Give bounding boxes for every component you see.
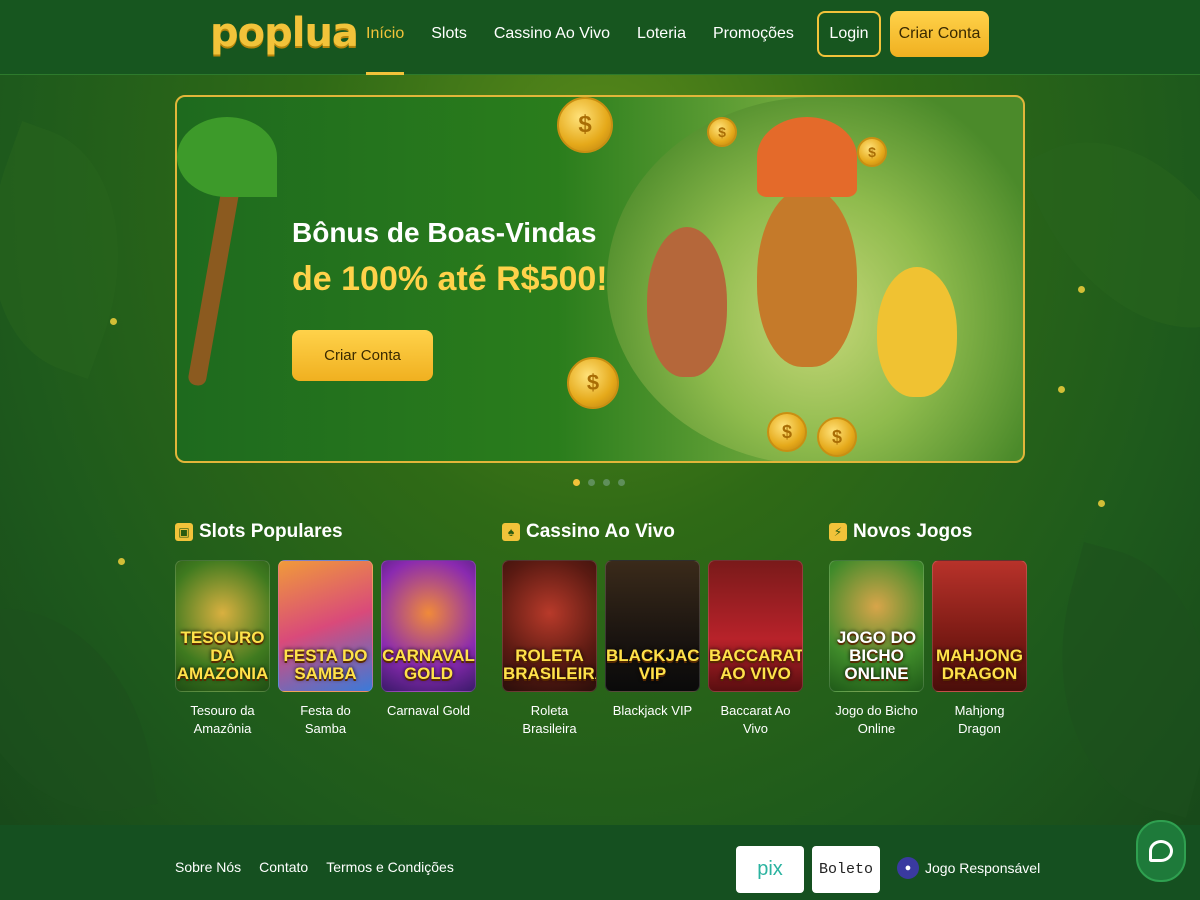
footer-link-contato[interactable]: Contato bbox=[259, 859, 308, 875]
chat-icon bbox=[1149, 840, 1173, 862]
footer-link-termos[interactable]: Termos e Condições bbox=[326, 859, 454, 875]
thumbnail-title: FESTA DO SAMBA bbox=[283, 646, 368, 683]
nav-cassino-ao-vivo[interactable]: Cassino Ao Vivo bbox=[494, 0, 610, 75]
lightning-icon: ⚡ bbox=[829, 523, 847, 541]
section-title-label: Novos Jogos bbox=[853, 521, 973, 542]
section-title: ♠ Cassino Ao Vivo bbox=[502, 518, 803, 546]
potato-character bbox=[757, 187, 857, 367]
game-label[interactable]: Roleta Brasileira bbox=[502, 702, 597, 738]
carousel-dot[interactable] bbox=[603, 479, 610, 486]
game-card[interactable]: BLACKJACK VIP Blackjack VIP bbox=[605, 560, 700, 738]
page-footer: Sobre Nós Contato Termos e Condições pix… bbox=[0, 825, 1200, 900]
boleto-logo: Boleto bbox=[812, 846, 880, 893]
nav-promocoes[interactable]: Promoções bbox=[713, 0, 794, 75]
game-list: JOGO DO BICHO ONLINE Jogo do Bicho Onlin… bbox=[829, 560, 1027, 738]
leaf-decoration bbox=[0, 586, 158, 834]
pix-logo: pix bbox=[736, 846, 804, 893]
sparkle-dot bbox=[118, 558, 125, 565]
gold-coin: $ bbox=[857, 137, 887, 167]
top-header: poplua Início Slots Cassino Ao Vivo Lote… bbox=[0, 0, 1200, 75]
promo-banner[interactable]: $ $ $ $ $ $ Bônus de Boas-Vindas de 100%… bbox=[175, 95, 1025, 463]
game-list: TESOURO DA AMAZONIA Tesouro da Amazônia … bbox=[175, 560, 476, 738]
carousel-dot[interactable] bbox=[618, 479, 625, 486]
sparkle-dot bbox=[1058, 386, 1065, 393]
game-thumbnail[interactable]: TESOURO DA AMAZONIA bbox=[175, 560, 270, 692]
responsible-gaming-label: Jogo Responsável bbox=[925, 860, 1041, 876]
feather-headdress bbox=[757, 117, 857, 197]
gold-coin: $ bbox=[767, 412, 807, 452]
playing-card-icon: ♠ bbox=[502, 523, 520, 541]
chat-support-button[interactable] bbox=[1136, 820, 1186, 882]
banner-signup-button[interactable]: Criar Conta bbox=[292, 330, 433, 381]
section-novos-jogos: ⚡ Novos Jogos JOGO DO BICHO ONLINE Jogo … bbox=[829, 518, 1027, 738]
gold-coin: $ bbox=[817, 417, 857, 457]
thumbnail-title: ROLETA BRASILEIRA bbox=[503, 646, 597, 683]
game-thumbnail[interactable]: CARNAVAL GOLD bbox=[381, 560, 476, 692]
gold-coin: $ bbox=[707, 117, 737, 147]
nav-loteria[interactable]: Loteria bbox=[637, 0, 686, 75]
poplua-logo[interactable]: poplua bbox=[210, 10, 359, 62]
thumbnail-title: CARNAVAL GOLD bbox=[382, 646, 475, 683]
game-card[interactable]: TESOURO DA AMAZONIA Tesouro da Amazônia bbox=[175, 560, 270, 738]
game-thumbnail[interactable]: JOGO DO BICHO ONLINE bbox=[829, 560, 924, 692]
footer-links: Sobre Nós Contato Termos e Condições bbox=[175, 859, 454, 875]
nav-inicio[interactable]: Início bbox=[366, 0, 405, 75]
section-cassino-ao-vivo: ♠ Cassino Ao Vivo ROLETA BRASILEIRA Role… bbox=[502, 518, 803, 738]
login-button[interactable]: Login bbox=[817, 11, 881, 57]
leaf-decoration bbox=[0, 120, 164, 380]
game-thumbnail[interactable]: ROLETA BRASILEIRA bbox=[502, 560, 597, 692]
footer-link-sobre-nos[interactable]: Sobre Nós bbox=[175, 859, 241, 875]
mango-character bbox=[877, 267, 957, 397]
main-nav: Início Slots Cassino Ao Vivo Loteria Pro… bbox=[366, 0, 821, 75]
section-title-label: Slots Populares bbox=[199, 521, 343, 542]
gold-coin: $ bbox=[557, 97, 613, 153]
game-card[interactable]: CARNAVAL GOLD Carnaval Gold bbox=[381, 560, 476, 738]
game-label[interactable]: Baccarat Ao Vivo bbox=[708, 702, 803, 738]
section-slots-populares: ▣ Slots Populares TESOURO DA AMAZONIA Te… bbox=[175, 518, 476, 738]
carousel-pagination bbox=[573, 479, 625, 486]
carnival-characters-illustration: $ $ $ $ $ bbox=[567, 97, 1023, 461]
game-thumbnail[interactable]: FESTA DO SAMBA bbox=[278, 560, 373, 692]
game-thumbnail[interactable]: BACCARAT AO VIVO bbox=[708, 560, 803, 692]
banner-title: Bônus de Boas-Vindas bbox=[292, 217, 597, 248]
leaf-decoration bbox=[1021, 542, 1200, 818]
responsible-gaming-icon: ● bbox=[897, 857, 919, 879]
game-card[interactable]: JOGO DO BICHO ONLINE Jogo do Bicho Onlin… bbox=[829, 560, 924, 738]
game-card[interactable]: FESTA DO SAMBA Festa do Samba bbox=[278, 560, 373, 738]
carousel-dot[interactable] bbox=[588, 479, 595, 486]
game-label[interactable]: Tesouro da Amazônia bbox=[175, 702, 270, 738]
game-card[interactable]: BACCARAT AO VIVO Baccarat Ao Vivo bbox=[708, 560, 803, 738]
game-label[interactable]: Carnaval Gold bbox=[381, 702, 476, 720]
signup-button[interactable]: Criar Conta bbox=[890, 11, 989, 57]
game-label[interactable]: Blackjack VIP bbox=[605, 702, 700, 720]
section-title: ⚡ Novos Jogos bbox=[829, 518, 1027, 546]
sparkle-dot bbox=[1078, 286, 1085, 293]
carousel-dot[interactable] bbox=[573, 479, 580, 486]
game-list: ROLETA BRASILEIRA Roleta Brasileira BLAC… bbox=[502, 560, 803, 738]
sparkle-dot bbox=[110, 318, 117, 325]
game-card[interactable]: ROLETA BRASILEIRA Roleta Brasileira bbox=[502, 560, 597, 738]
leaf-decoration bbox=[1018, 96, 1200, 374]
gold-coin: $ bbox=[567, 357, 619, 409]
section-title-label: Cassino Ao Vivo bbox=[526, 521, 675, 542]
slot-machine-icon: ▣ bbox=[175, 523, 193, 541]
thumbnail-title: JOGO DO BICHO ONLINE bbox=[836, 628, 917, 683]
dancer-character bbox=[647, 227, 727, 377]
thumbnail-title: MAHJONG DRAGON bbox=[936, 646, 1023, 683]
thumbnail-title: BLACKJACK VIP bbox=[606, 646, 700, 683]
palm-leaves-illustration bbox=[177, 117, 277, 197]
game-label[interactable]: Jogo do Bicho Online bbox=[829, 702, 924, 738]
game-label[interactable]: Festa do Samba bbox=[278, 702, 373, 738]
game-thumbnail[interactable]: BLACKJACK VIP bbox=[605, 560, 700, 692]
section-title: ▣ Slots Populares bbox=[175, 518, 476, 546]
sparkle-dot bbox=[1098, 500, 1105, 507]
banner-subtitle: de 100% até R$500! bbox=[292, 260, 608, 298]
game-label[interactable]: Mahjong Dragon bbox=[932, 702, 1027, 738]
thumbnail-title: TESOURO DA AMAZONIA bbox=[176, 628, 269, 683]
game-card[interactable]: MAHJONG DRAGON Mahjong Dragon bbox=[932, 560, 1027, 738]
game-thumbnail[interactable]: MAHJONG DRAGON bbox=[932, 560, 1027, 692]
thumbnail-title: BACCARAT AO VIVO bbox=[709, 646, 803, 683]
nav-slots[interactable]: Slots bbox=[431, 0, 467, 75]
responsible-gaming[interactable]: ● Jogo Responsável bbox=[897, 857, 1040, 879]
